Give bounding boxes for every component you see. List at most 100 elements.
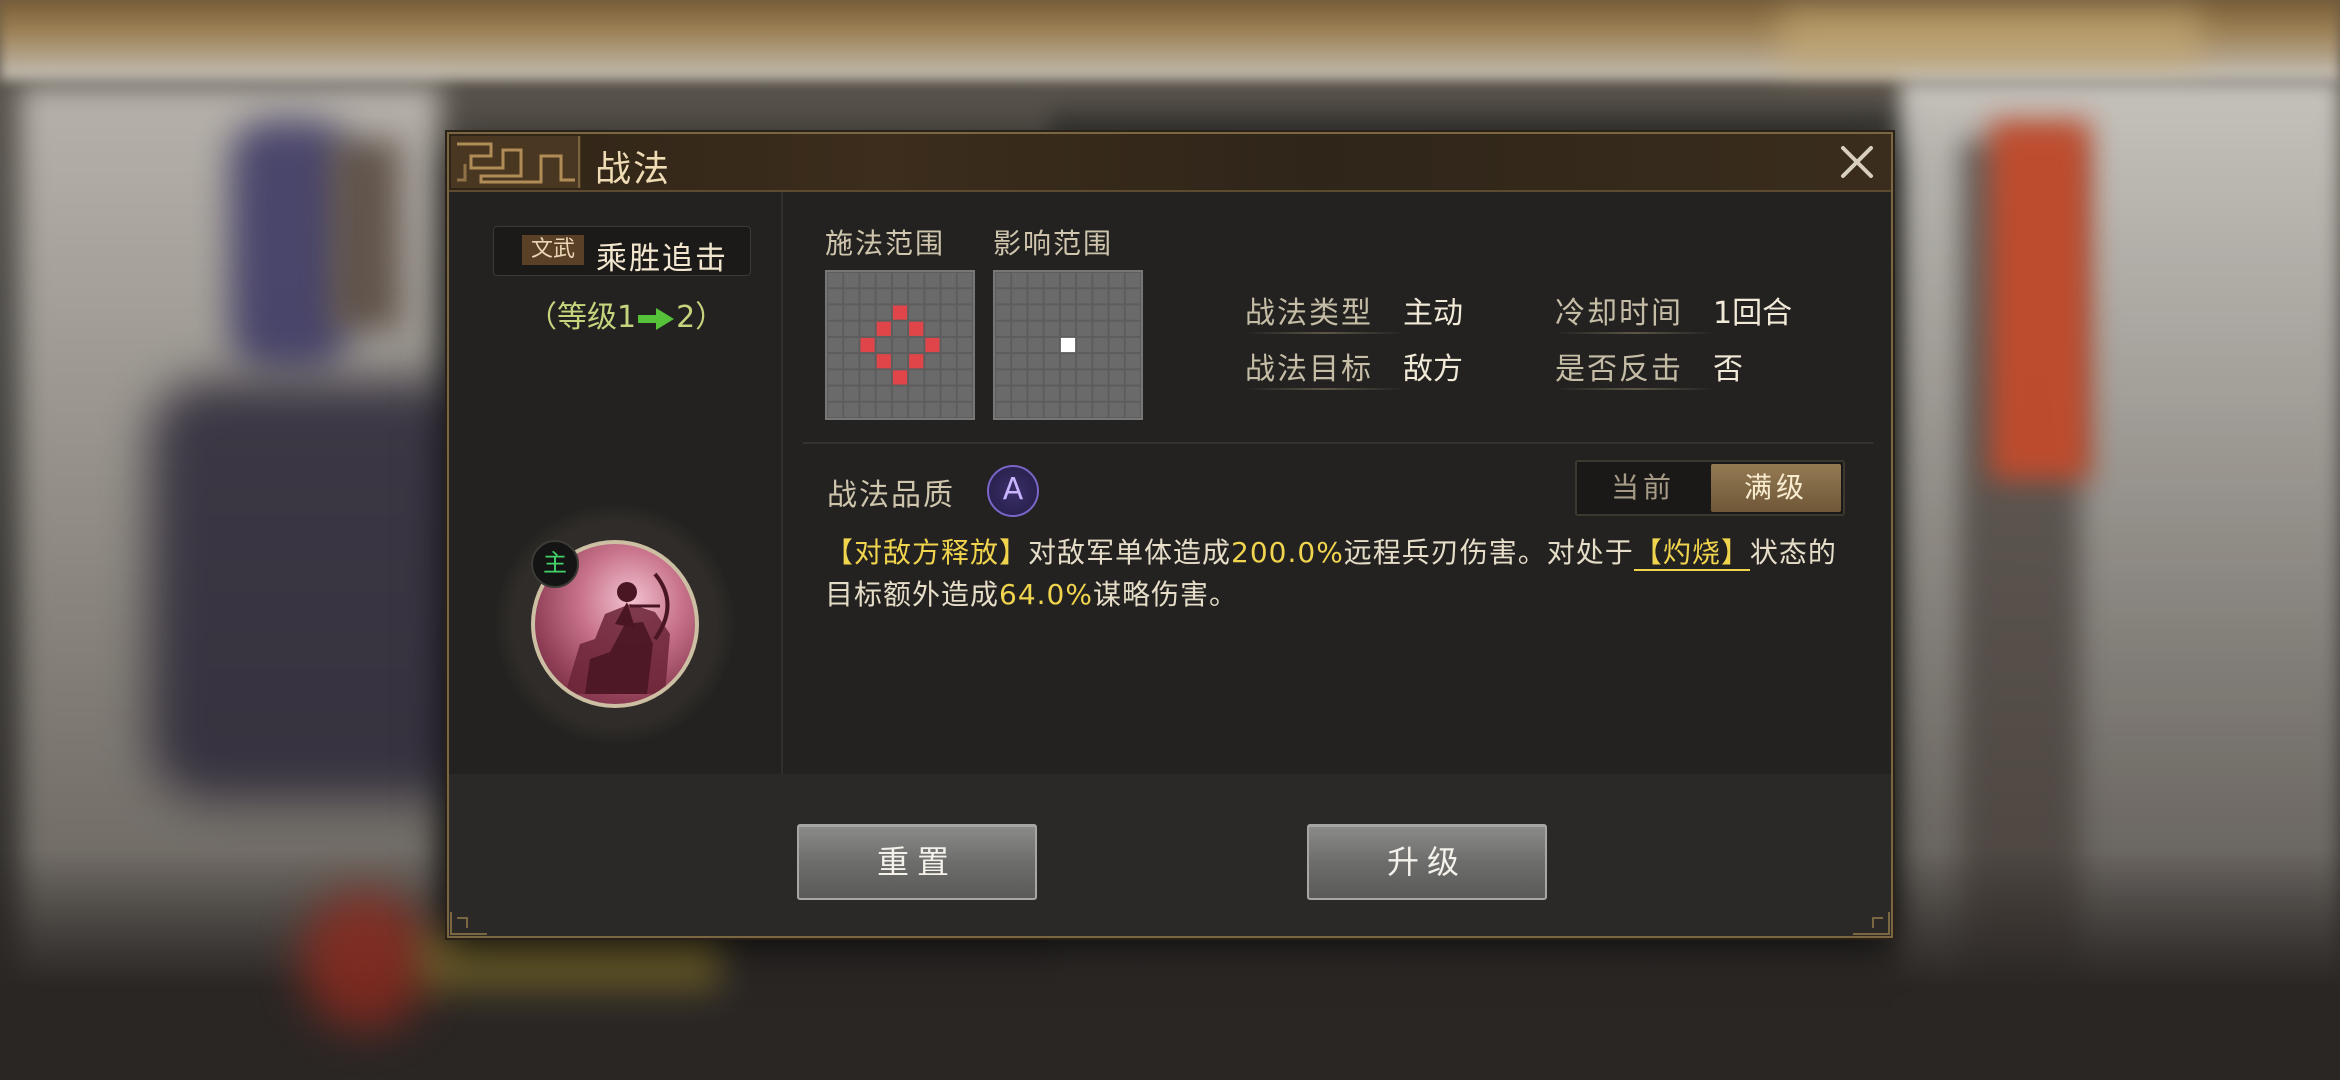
skill-target-label: 战法目标 [1245, 352, 1373, 387]
grid-cell [1028, 402, 1043, 417]
grid-cell [1044, 337, 1059, 353]
grid-cell [1044, 273, 1059, 288]
grid-cell [1028, 289, 1043, 304]
skill-type-underline [1245, 332, 1405, 334]
grid-cell [1093, 386, 1108, 401]
grid-cell [1044, 321, 1059, 336]
grid-cell [860, 289, 875, 304]
grid-cell [925, 402, 940, 417]
skill-quality-label: 战法品质 [827, 478, 955, 513]
level-from: （等级1 [527, 300, 637, 335]
grid-cell [876, 370, 891, 385]
background-right-red-banner [1990, 120, 2090, 480]
grid-cell [844, 321, 859, 336]
grid-cell [892, 354, 908, 369]
close-icon[interactable] [1835, 140, 1879, 184]
grid-cell [1125, 402, 1140, 417]
grid-cell [844, 305, 859, 320]
skill-description: 【对敌方释放】对敌军单体造成200.0%远程兵刃伤害。对处于【灼烧】状态的目标额… [825, 532, 1865, 616]
grid-cell [941, 289, 956, 304]
counter-attack-underline [1555, 388, 1715, 390]
grid-cell [1093, 305, 1108, 320]
grid-cell [941, 273, 956, 288]
grid-cell [925, 321, 940, 336]
desc-target-tag: 【对敌方释放】 [825, 536, 1029, 569]
grid-cell [1012, 273, 1027, 288]
grid-cell [996, 321, 1011, 336]
grid-cell [996, 305, 1011, 320]
grid-cell [1060, 402, 1076, 417]
grid-cell [1012, 402, 1027, 417]
grid-cell [1044, 370, 1059, 385]
skill-detail-panel: 施法范围 影响范围 战法类型 主动 冷却时间 1回合 战法目标 敌方 是否反击 … [783, 192, 1891, 774]
grid-cell [1044, 305, 1059, 320]
counter-attack-label: 是否反击 [1555, 352, 1683, 387]
grid-cell [844, 386, 859, 401]
cast-range-grid-cells [828, 273, 972, 417]
grid-cell [941, 337, 956, 353]
corner-ornament-icon [450, 912, 487, 935]
grid-cell [957, 289, 972, 304]
grid-cell [1028, 386, 1043, 401]
grid-cell [909, 402, 924, 417]
grid-cell [1044, 386, 1059, 401]
grid-cell-active [860, 337, 875, 353]
grid-cell [957, 337, 972, 353]
level-to: 2） [676, 300, 726, 335]
grid-cell [1093, 337, 1108, 353]
grid-cell [909, 305, 924, 320]
grid-cell [1012, 305, 1027, 320]
tab-max-level[interactable]: 满级 [1711, 464, 1841, 512]
grid-cell [1012, 337, 1027, 353]
grid-cell [1109, 386, 1124, 401]
grid-cell [941, 305, 956, 320]
grid-cell [996, 289, 1011, 304]
background-top-right-glow [1780, 10, 2200, 70]
upgrade-button[interactable]: 升级 [1307, 824, 1547, 900]
background-bottom-gold-glow [420, 930, 720, 990]
grid-cell [957, 370, 972, 385]
desc-burn-status-link[interactable]: 【灼烧】 [1633, 536, 1750, 571]
cast-range-grid [825, 270, 975, 420]
grid-cell [909, 289, 924, 304]
grid-cell [1028, 354, 1043, 369]
grid-cell [828, 354, 843, 369]
dialog-title: 战法 [595, 149, 672, 190]
grid-cell-active [876, 354, 891, 369]
skill-name: 乘胜追击 [596, 241, 728, 277]
skill-dialog: 战法 文武 乘胜追击 （等级1 2） 主 施法范围 影响范围 战法类型 主动 冷… [447, 132, 1893, 938]
tab-current-level[interactable]: 当前 [1577, 462, 1709, 514]
grid-cell [1109, 305, 1124, 320]
grid-cell [1125, 273, 1140, 288]
reset-button[interactable]: 重置 [797, 824, 1037, 900]
grid-cell [1109, 321, 1124, 336]
grid-cell [1060, 370, 1076, 385]
grid-cell [925, 305, 940, 320]
grid-cell [1109, 370, 1124, 385]
desc-text-2: 远程兵刃伤害。对处于 [1343, 536, 1634, 569]
grid-cell [1125, 386, 1140, 401]
grid-cell [844, 337, 859, 353]
grid-cell [1093, 370, 1108, 385]
grid-cell [1028, 321, 1043, 336]
skill-name-box: 文武 乘胜追击 [493, 226, 751, 277]
grid-cell [996, 273, 1011, 288]
dialog-titlebar: 战法 [449, 134, 1891, 192]
grid-cell [828, 273, 843, 288]
skill-icon-frame: 主 [495, 504, 735, 744]
grid-cell [892, 337, 908, 353]
grid-cell [996, 370, 1011, 385]
desc-bonus-rate: 64.0% [999, 578, 1093, 611]
grid-cell [1060, 273, 1076, 288]
grid-cell [1093, 321, 1108, 336]
grid-cell [844, 370, 859, 385]
grid-cell [1109, 337, 1124, 353]
grid-cell [909, 337, 924, 353]
grid-cell [1060, 386, 1076, 401]
grid-cell [1077, 337, 1092, 353]
grid-cell [1077, 289, 1092, 304]
grid-cell [941, 386, 956, 401]
grid-cell [828, 337, 843, 353]
cooldown-value: 1回合 [1713, 296, 1793, 331]
skill-type-value: 主动 [1403, 296, 1463, 331]
